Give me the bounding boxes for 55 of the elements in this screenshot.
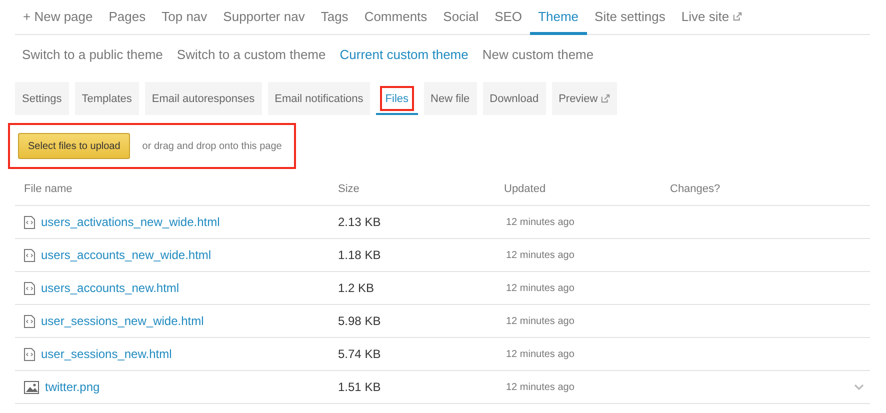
- column-header: Size: [338, 183, 504, 206]
- nav-tab[interactable]: Live site: [673, 0, 750, 35]
- table-cell: 5.74 KB: [338, 338, 504, 370]
- code-file-icon: [24, 248, 35, 262]
- table-cell-text: 12 minutes ago: [505, 382, 574, 393]
- table-cell: 1.2 KB: [338, 272, 504, 304]
- file-link[interactable]: twitter.png: [45, 380, 100, 394]
- file-link[interactable]: user_sessions_new.html: [41, 347, 172, 361]
- upload-button[interactable]: Select files to upload: [18, 133, 130, 159]
- tab[interactable]: Preview: [552, 82, 617, 115]
- subnav-link[interactable]: New custom theme: [475, 46, 601, 62]
- table-cell-text: 12 minutes ago: [505, 316, 574, 327]
- tab[interactable]: Download: [482, 82, 546, 115]
- image-file-icon: [24, 380, 39, 394]
- table-cell: 2.13 KB: [338, 206, 504, 238]
- code-file-icon: [24, 282, 35, 294]
- tab[interactable]: Templates: [74, 82, 139, 115]
- external-link-icon: [733, 12, 742, 20]
- nav-tab[interactable]: Social: [435, 0, 487, 35]
- subnav-link[interactable]: Switch to a public theme: [15, 46, 170, 62]
- table-cell: 5.98 KB: [338, 304, 504, 338]
- chevron-down-icon[interactable]: [854, 384, 864, 391]
- subnav-link[interactable]: Current custom theme: [332, 46, 476, 62]
- nav-tab[interactable]: Tags: [312, 0, 356, 35]
- code-file-icon: [24, 348, 35, 360]
- nav-tab[interactable]: Comments: [356, 0, 436, 35]
- column-header: Changes?: [670, 183, 822, 206]
- external-link-icon: [600, 94, 610, 103]
- table-cell: 1.51 KB: [338, 370, 504, 404]
- nav-tab[interactable]: Pages: [100, 0, 154, 35]
- subnav-link[interactable]: Switch to a custom theme: [170, 46, 333, 62]
- tab[interactable]: Email autoresponses: [144, 82, 262, 115]
- nav-tab[interactable]: Theme: [530, 0, 587, 35]
- table-cell-text: 12 minutes ago: [505, 250, 574, 261]
- column-header: Updated: [504, 183, 670, 206]
- tab[interactable]: New file: [424, 82, 477, 115]
- file-link[interactable]: user_sessions_new_wide.html: [41, 314, 204, 328]
- table-cell-text: 12 minutes ago: [505, 217, 574, 228]
- nav-tab[interactable]: Supporter nav: [215, 0, 313, 35]
- code-file-icon: [24, 314, 35, 328]
- nav-tab[interactable]: Top nav: [154, 0, 216, 35]
- table-cell-text: 12 minutes ago: [505, 349, 574, 360]
- code-file-icon: [24, 216, 35, 228]
- file-link[interactable]: users_accounts_new.html: [41, 281, 180, 295]
- table-cell: 1.18 KB: [338, 238, 504, 272]
- nav-tab[interactable]: + New page: [15, 0, 101, 35]
- file-link[interactable]: users_activations_new_wide.html: [41, 215, 220, 229]
- table-cell-text: 12 minutes ago: [505, 283, 574, 294]
- nav-tab[interactable]: Site settings: [586, 0, 674, 35]
- tab[interactable]: Email notifications: [268, 82, 370, 115]
- upload-hint: or drag and drop onto this page: [142, 140, 282, 152]
- nav-tab[interactable]: SEO: [486, 0, 530, 35]
- file-link[interactable]: users_accounts_new_wide.html: [41, 248, 212, 262]
- tab[interactable]: Settings: [15, 82, 69, 115]
- column-header: File name: [15, 183, 338, 206]
